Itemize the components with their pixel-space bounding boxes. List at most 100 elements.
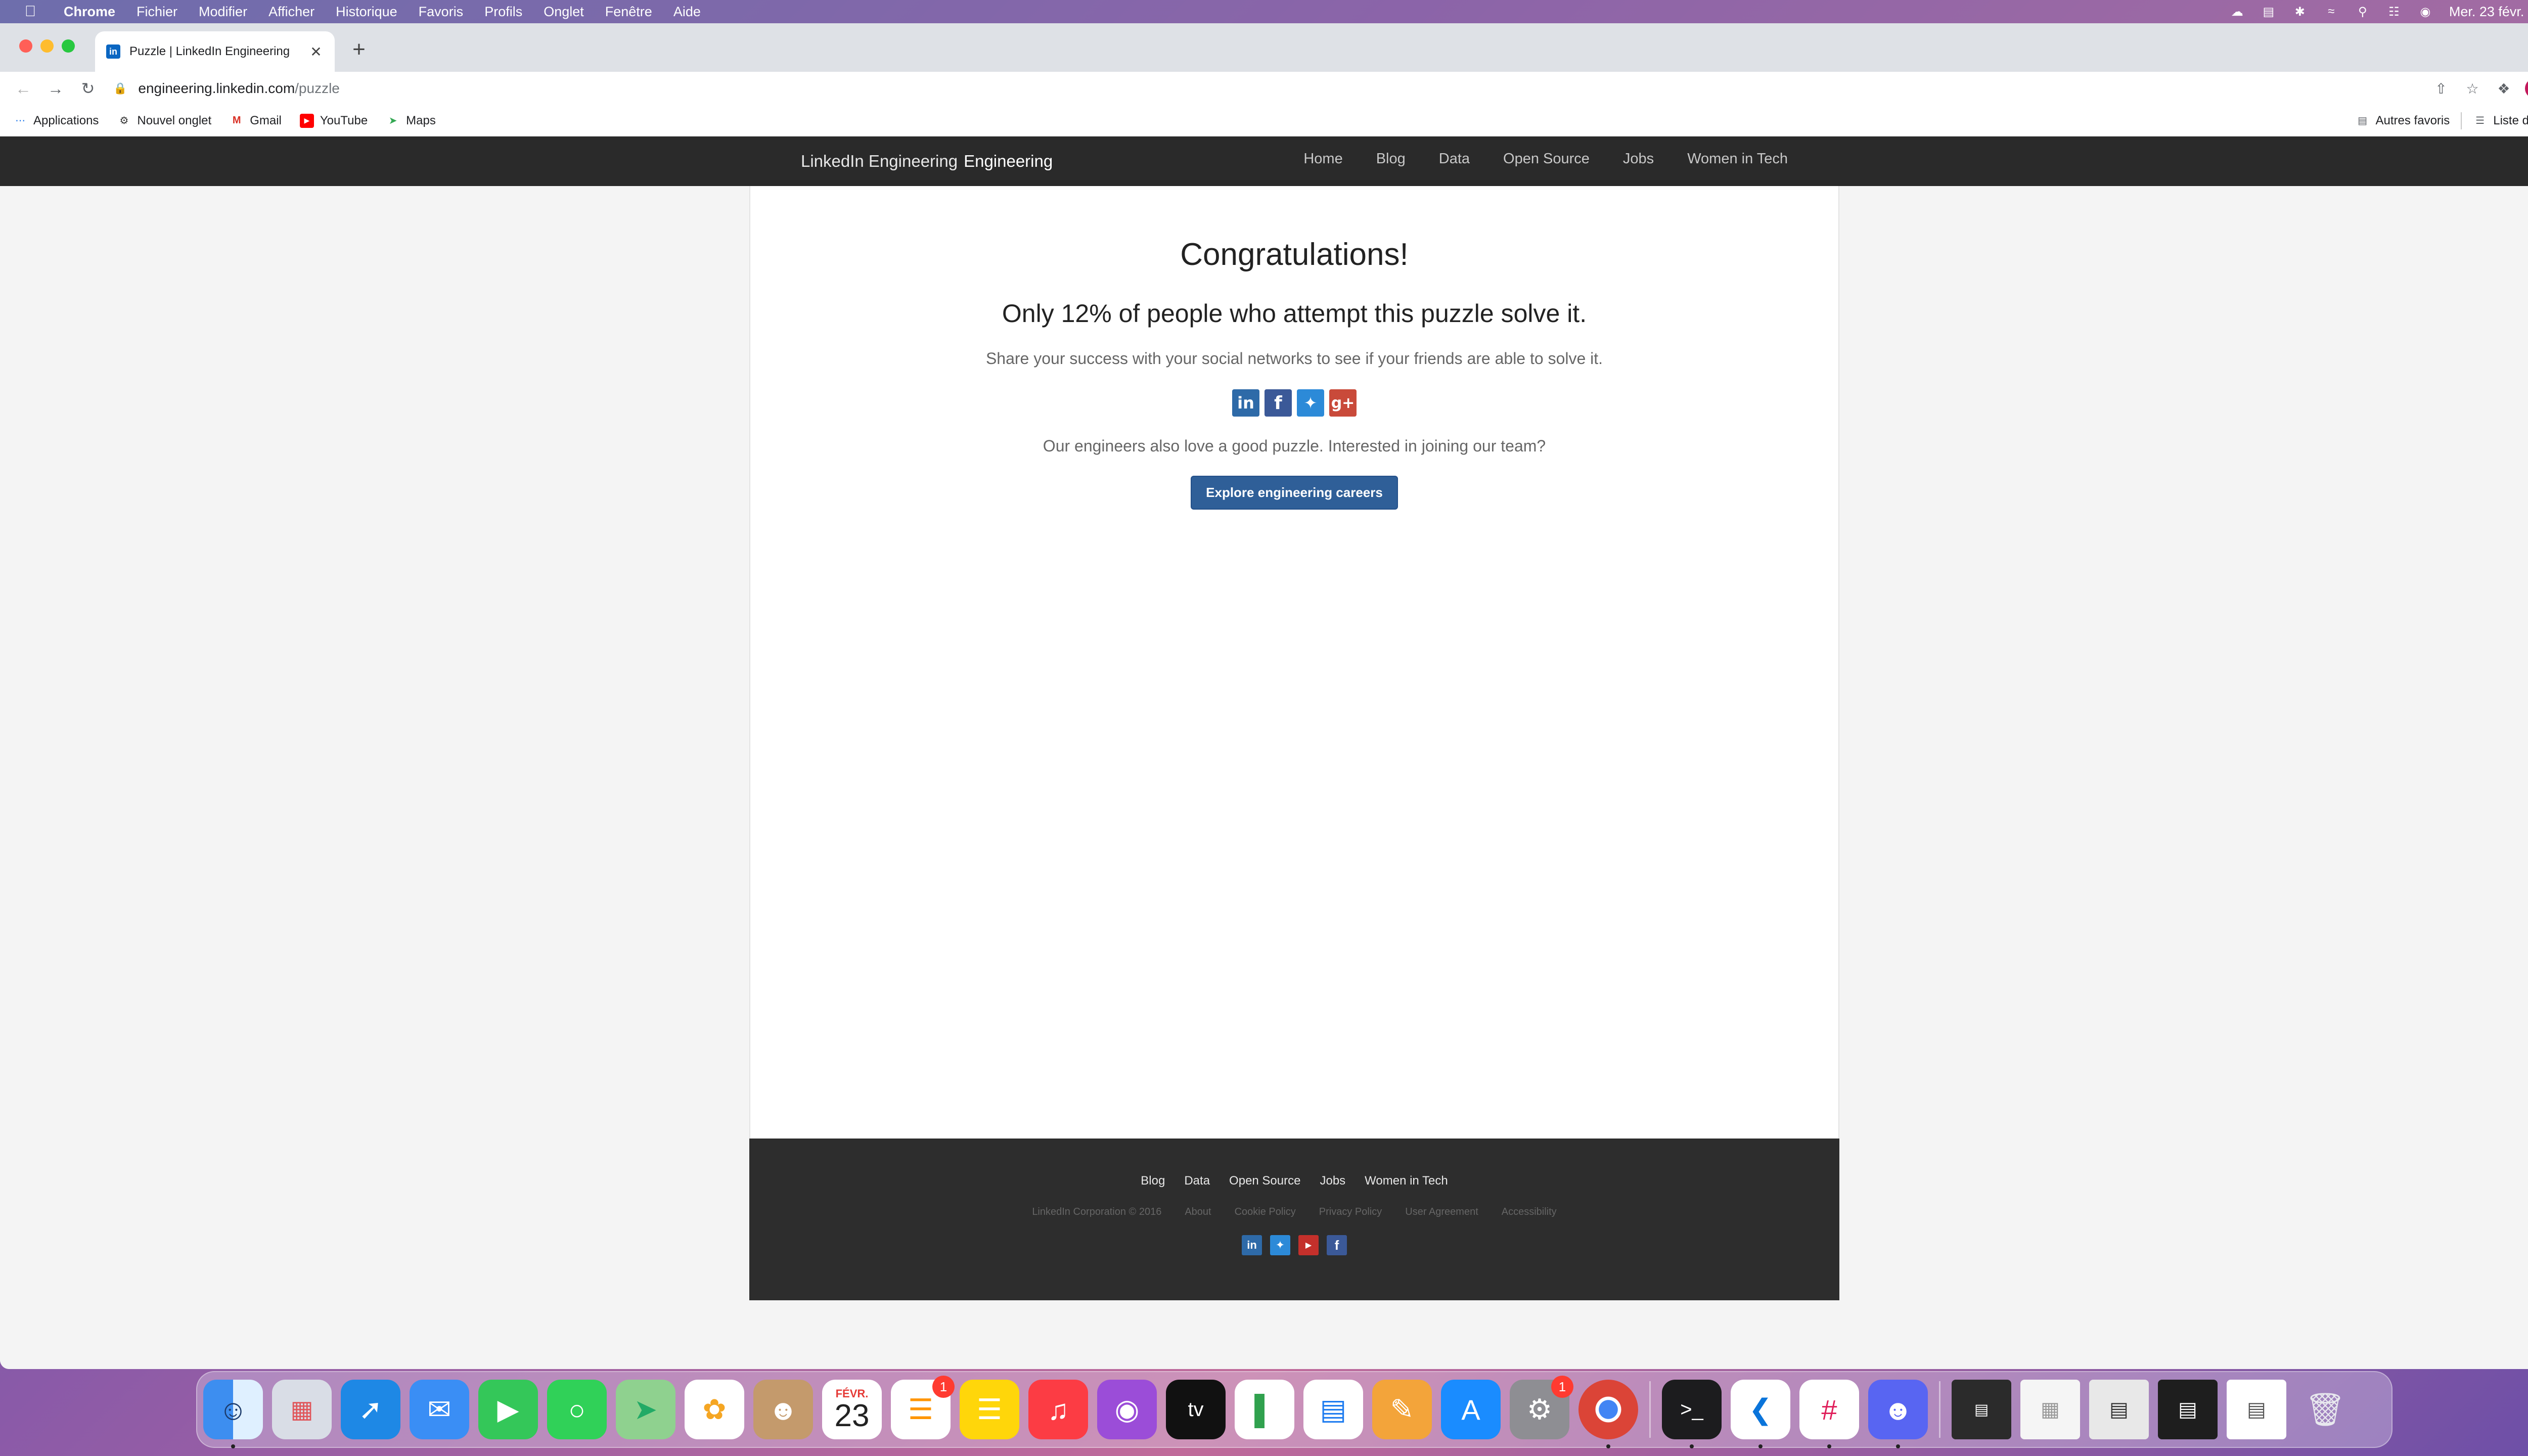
podcasts-icon[interactable]: ◉ xyxy=(1097,1380,1157,1439)
new-tab-button[interactable]: + xyxy=(348,38,370,61)
numbers-icon[interactable]: ▌ xyxy=(1235,1380,1294,1439)
footer-link-blog[interactable]: Blog xyxy=(1141,1174,1165,1188)
tab-puzzle[interactable]: in Puzzle | LinkedIn Engineering ✕ xyxy=(95,31,335,72)
menu-fichier[interactable]: Fichier xyxy=(137,4,177,20)
bookmarks-bar: ⋯ Applications ⚙ Nouvel onglet M Gmail ▶… xyxy=(0,105,2528,136)
siri-icon[interactable]: ◉ xyxy=(2417,5,2434,19)
close-window-button[interactable] xyxy=(19,39,32,53)
extensions-puzzle-icon[interactable]: ❖ xyxy=(2493,80,2515,97)
nav-open-source[interactable]: Open Source xyxy=(1503,151,1590,167)
minimized-window-terminal[interactable]: ▤ xyxy=(1952,1380,2011,1439)
menubar-clock[interactable]: Mer. 23 févr. à 13:59 xyxy=(2449,4,2528,20)
notes-icon[interactable]: ☰ xyxy=(960,1380,1019,1439)
pages-icon[interactable]: ✎ xyxy=(1372,1380,1432,1439)
profile-avatar[interactable]: J xyxy=(2525,78,2528,99)
zoom-window-button[interactable] xyxy=(62,39,75,53)
bookmark-gmail[interactable]: M Gmail xyxy=(230,114,282,128)
apple-tv-icon[interactable]: tv xyxy=(1166,1380,1226,1439)
menu-favoris[interactable]: Favoris xyxy=(419,4,464,20)
footer-linkedin-icon[interactable]: in xyxy=(1242,1235,1262,1255)
nav-data[interactable]: Data xyxy=(1439,151,1470,167)
bookmark-liste-de-lecture[interactable]: ☰ Liste de lecture xyxy=(2473,114,2528,128)
share-icon[interactable]: ⇧ xyxy=(2430,80,2452,97)
chrome-icon[interactable] xyxy=(1578,1380,1638,1448)
system-preferences-icon[interactable]: ⚙ 1 xyxy=(1510,1376,1573,1439)
spotlight-search-icon[interactable]: ⚲ xyxy=(2354,5,2371,19)
facetime-icon[interactable]: ▶ xyxy=(478,1380,538,1439)
google-plus-share-icon[interactable]: g+ xyxy=(1329,389,1357,417)
contacts-icon[interactable]: ☻ xyxy=(753,1380,813,1439)
trash-icon[interactable]: 🗑 xyxy=(2295,1380,2355,1439)
twitter-share-icon[interactable]: ✦ xyxy=(1297,389,1324,417)
footer-twitter-icon[interactable]: ✦ xyxy=(1270,1235,1290,1255)
menu-profils[interactable]: Profils xyxy=(484,4,522,20)
footer-link-open-source[interactable]: Open Source xyxy=(1229,1174,1300,1188)
calendar-icon[interactable]: FÉVR. 23 xyxy=(822,1380,882,1439)
bookmark-youtube[interactable]: ▶ YouTube xyxy=(299,113,368,128)
app-store-icon[interactable]: A xyxy=(1441,1380,1501,1439)
bookmark-applications[interactable]: ⋯ Applications xyxy=(13,114,99,128)
legal-link-accessibility[interactable]: Accessibility xyxy=(1502,1206,1557,1218)
minimized-window-doc[interactable]: ▤ xyxy=(2227,1380,2286,1439)
mail-icon[interactable]: ✉ xyxy=(410,1380,469,1439)
legal-link-privacy-policy[interactable]: Privacy Policy xyxy=(1319,1206,1382,1218)
maps-app-icon[interactable]: ➤ xyxy=(616,1380,675,1439)
discord-icon[interactable]: ☻ xyxy=(1868,1380,1928,1448)
control-center-icon[interactable]: ☷ xyxy=(2385,5,2403,19)
footer-facebook-icon[interactable]: f xyxy=(1327,1235,1347,1255)
messages-icon[interactable]: ○ xyxy=(547,1380,607,1439)
launchpad-icon[interactable]: ▦ xyxy=(272,1380,332,1439)
footer-link-women-in-tech[interactable]: Women in Tech xyxy=(1365,1174,1448,1188)
minimize-window-button[interactable] xyxy=(40,39,54,53)
menu-afficher[interactable]: Afficher xyxy=(268,4,314,20)
close-tab-icon[interactable]: ✕ xyxy=(308,43,324,60)
music-icon[interactable]: ♫ xyxy=(1028,1380,1088,1439)
linkedin-share-icon[interactable]: in xyxy=(1232,389,1259,417)
address-bar[interactable]: 🔒 engineering.linkedin.com/puzzle xyxy=(109,75,2421,102)
photos-icon[interactable]: ✿ xyxy=(685,1380,744,1439)
nav-women-in-tech[interactable]: Women in Tech xyxy=(1687,151,1788,167)
nav-blog[interactable]: Blog xyxy=(1376,151,1406,167)
vscode-icon[interactable]: ❮ xyxy=(1731,1380,1790,1448)
minimized-window-editor[interactable]: ▤ xyxy=(2089,1380,2149,1439)
apple-menu-icon[interactable]:  xyxy=(19,3,41,20)
facebook-share-icon[interactable]: f xyxy=(1265,389,1292,417)
site-nav-links: Home Blog Data Open Source Jobs Women in… xyxy=(1270,151,1788,167)
menu-modifier[interactable]: Modifier xyxy=(199,4,247,20)
bookmark-star-icon[interactable]: ☆ xyxy=(2461,80,2484,97)
menu-app-name[interactable]: Chrome xyxy=(64,4,115,20)
wifi-icon[interactable]: ≈ xyxy=(2323,5,2340,18)
display-icon[interactable]: ▤ xyxy=(2260,5,2277,19)
site-brand[interactable]: LinkedIn Engineering Engineering xyxy=(801,152,1053,171)
terminal-icon[interactable]: >_ xyxy=(1662,1380,1722,1448)
bookmark-nouvel-onglet[interactable]: ⚙ Nouvel onglet xyxy=(117,114,211,128)
finder-icon[interactable]: ☺ xyxy=(203,1380,263,1448)
minimized-window-dark[interactable]: ▤ xyxy=(2158,1380,2218,1439)
slack-icon[interactable]: # xyxy=(1799,1380,1859,1448)
legal-link-cookie-policy[interactable]: Cookie Policy xyxy=(1235,1206,1296,1218)
footer-link-data[interactable]: Data xyxy=(1184,1174,1210,1188)
menu-fenetre[interactable]: Fenêtre xyxy=(605,4,652,20)
menu-onglet[interactable]: Onglet xyxy=(544,4,584,20)
legal-link-user-agreement[interactable]: User Agreement xyxy=(1405,1206,1478,1218)
keynote-icon[interactable]: ▤ xyxy=(1303,1380,1363,1439)
menu-aide[interactable]: Aide xyxy=(673,4,701,20)
bluetooth-icon[interactable]: ✱ xyxy=(2291,5,2309,19)
reminders-icon[interactable]: ☰ 1 xyxy=(891,1376,955,1439)
footer-link-jobs[interactable]: Jobs xyxy=(1320,1174,1345,1188)
nav-jobs[interactable]: Jobs xyxy=(1623,151,1654,167)
forward-arrow-icon[interactable]: → xyxy=(44,79,67,98)
back-arrow-icon[interactable]: ← xyxy=(12,79,34,98)
creative-cloud-icon[interactable]: ☁ xyxy=(2229,5,2246,19)
bookmark-autres-favoris[interactable]: ▤ Autres favoris xyxy=(2356,114,2450,128)
minimized-window-grid[interactable]: ▦ xyxy=(2020,1380,2080,1439)
bookmark-maps[interactable]: ➤ Maps xyxy=(386,114,436,128)
legal-link-about[interactable]: About xyxy=(1185,1206,1211,1218)
lock-icon[interactable]: 🔒 xyxy=(113,82,127,95)
reload-icon[interactable]: ↻ xyxy=(77,79,99,98)
nav-home[interactable]: Home xyxy=(1303,151,1342,167)
safari-icon[interactable]: ➚ xyxy=(341,1380,400,1439)
explore-careers-button[interactable]: Explore engineering careers xyxy=(1191,476,1398,510)
menu-historique[interactable]: Historique xyxy=(336,4,397,20)
footer-youtube-icon[interactable]: ▶ xyxy=(1298,1235,1319,1255)
